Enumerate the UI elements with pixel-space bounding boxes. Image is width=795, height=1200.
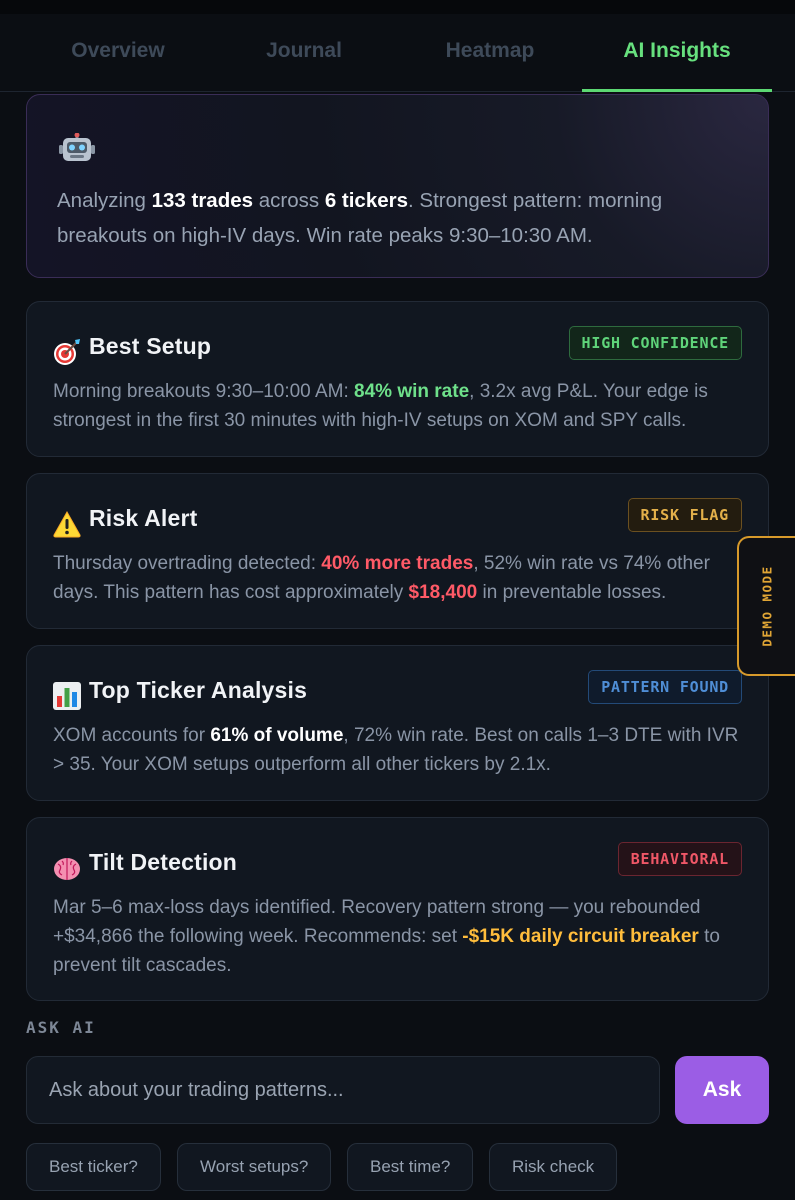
confidence-badge: HIGH CONFIDENCE [568,326,742,360]
status-strip [0,0,795,14]
ask-input[interactable] [26,1056,660,1124]
tab-overview[interactable]: Overview [28,14,208,92]
ask-button[interactable]: Ask [675,1056,769,1124]
highlight-volume: 61% of volume [210,725,344,746]
card-title: Top Ticker Analysis [89,677,308,703]
pattern-badge: PATTERN FOUND [588,670,742,704]
tab-label: Overview [71,39,165,62]
brain-icon [54,858,80,880]
demo-mode-label: DEMO MODE [759,565,775,647]
suggestion-chip-best-time[interactable]: Best time? [347,1143,474,1191]
card-body: Morning breakouts 9:30–10:00 AM: 84% win… [53,381,708,431]
suggestion-chip-risk-check[interactable]: Risk check [489,1143,618,1191]
ai-summary-card: Analyzing 133 trades across 6 tickers. S… [26,94,769,278]
target-icon [54,339,80,365]
demo-mode-tab[interactable]: DEMO MODE [737,536,795,676]
top-bar: Overview Journal Heatmap AI Insights [0,0,795,92]
suggestion-chip-worst-setups[interactable]: Worst setups? [177,1143,332,1191]
highlight-trade-increase: 40% more trades [321,553,474,574]
behavioral-badge: BEHAVIORAL [617,842,742,876]
highlight-circuit-breaker: -$15K daily circuit breaker [462,926,699,947]
card-title: Tilt Detection [89,849,238,875]
card-title: Risk Alert [89,505,198,531]
tab-label: AI Insights [623,39,731,62]
active-tab-indicator [582,89,772,92]
suggestion-chip-best-ticker[interactable]: Best ticker? [26,1143,161,1191]
ticker-count: 6 tickers [324,189,409,212]
ai-summary-text: Analyzing 133 trades across 6 tickers. S… [57,189,663,247]
bar-chart-icon [53,682,81,710]
card-body: XOM accounts for 61% of volume, 72% win … [53,725,739,775]
insight-card-best-setup[interactable]: Best Setup HIGH CONFIDENCE Morning break… [26,301,769,457]
ask-ai-label: ASK AI [26,1018,96,1037]
card-body: Thursday overtrading detected: 40% more … [53,553,710,603]
highlight-loss-amount: $18,400 [408,582,478,603]
tab-label: Heatmap [445,39,535,62]
tab-journal[interactable]: Journal [214,14,394,92]
robot-icon [59,133,95,161]
tab-ai-insights[interactable]: AI Insights [582,14,772,92]
warning-icon [53,510,81,538]
card-title: Best Setup [89,333,212,359]
tab-label: Journal [266,39,342,62]
tab-heatmap[interactable]: Heatmap [400,14,580,92]
tab-bar: Overview Journal Heatmap AI Insights [0,14,795,92]
insight-card-risk-alert[interactable]: Risk Alert RISK FLAG Thursday overtradin… [26,473,769,629]
risk-badge: RISK FLAG [627,498,742,532]
insight-card-tilt-detection[interactable]: Tilt Detection BEHAVIORAL Mar 5–6 max-lo… [26,817,769,1001]
trade-count: 133 trades [151,189,254,212]
insight-card-top-ticker[interactable]: Top Ticker Analysis PATTERN FOUND XOM ac… [26,645,769,801]
card-body: Mar 5–6 max-loss days identified. Recove… [53,897,720,976]
highlight-win-rate: 84% win rate [354,381,470,402]
